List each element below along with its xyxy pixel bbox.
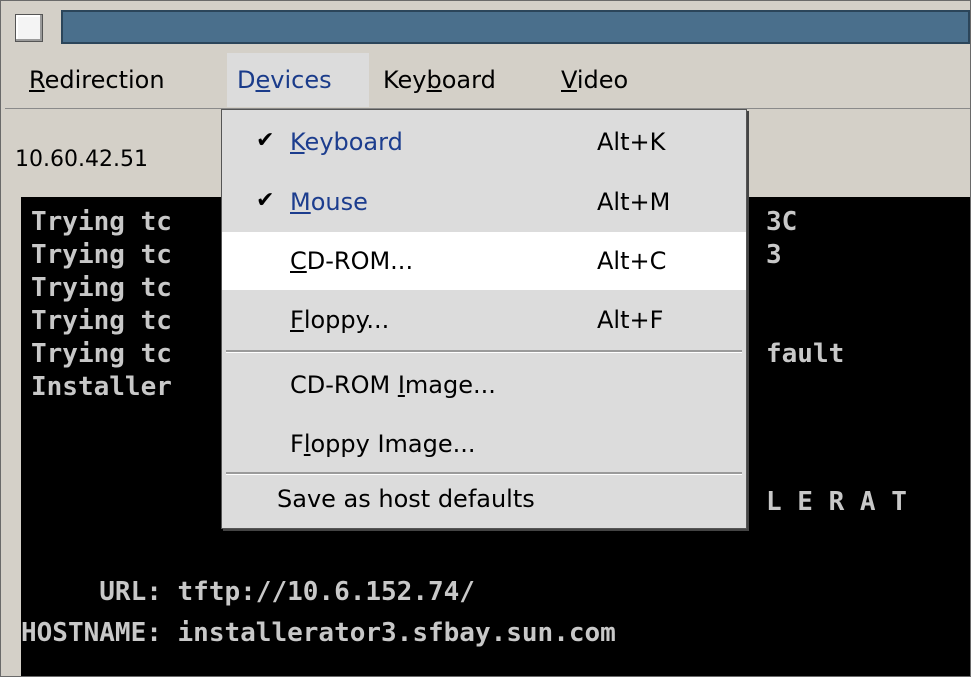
menu-separator — [226, 350, 742, 353]
console-line: Trying tc — [31, 207, 172, 237]
menu-video[interactable]: Video — [551, 53, 638, 107]
accelerator: Alt+K — [597, 128, 666, 156]
menu-item-floppy-image[interactable]: Floppy Image... — [222, 415, 746, 473]
console-line: Trying tc — [31, 306, 172, 336]
mnemonic: b — [426, 66, 442, 94]
window-menu-checkbox[interactable] — [15, 14, 43, 42]
mnemonic: C — [290, 247, 307, 275]
menu-item-label: Keyboard — [290, 128, 403, 156]
console-line-fragment: fault — [766, 339, 845, 369]
label-text: ouse — [310, 188, 368, 216]
console-line-fragment: 3 — [766, 240, 782, 270]
console-line: Installer — [31, 372, 172, 402]
label-text: F — [290, 430, 304, 458]
accelerator: Alt+C — [597, 247, 667, 275]
mnemonic: F — [290, 306, 304, 334]
menu-item-label: Save as host defaults — [277, 485, 535, 513]
accelerator: Alt+M — [597, 188, 671, 216]
check-icon: ✔ — [256, 188, 275, 213]
menu-item-cdrom[interactable]: CD-ROM... Alt+C — [222, 232, 746, 290]
label-text: oppy Image... — [310, 430, 476, 458]
console-hostname-line: HOSTNAME: installerator3.sfbay.sun.com — [21, 618, 616, 648]
menu-item-label: Floppy Image... — [290, 430, 476, 458]
check-icon: ✔ — [256, 128, 275, 153]
label-text: eyboard — [304, 128, 403, 156]
menu-item-cdrom-image[interactable]: CD-ROM Image... — [222, 356, 746, 414]
label-text: loppy... — [303, 306, 390, 334]
menu-label: Key — [383, 66, 427, 94]
menu-item-label: CD-ROM Image... — [290, 371, 496, 399]
label-text: CD-ROM — [290, 371, 398, 399]
menu-item-floppy[interactable]: Floppy... Alt+F — [222, 291, 746, 349]
mnemonic: K — [290, 128, 305, 156]
menu-item-label: Floppy... — [290, 306, 389, 334]
title-bar-fill — [61, 10, 970, 44]
app-window: Redirection Devices Keyboard Video 10.60… — [0, 0, 971, 677]
menu-keyboard[interactable]: Keyboard — [373, 53, 506, 107]
menu-devices[interactable]: Devices — [227, 53, 369, 107]
label-text: D-ROM... — [306, 247, 414, 275]
accelerator: Alt+F — [597, 306, 664, 334]
menu-label: ideo — [576, 66, 629, 94]
menu-label: oard — [441, 66, 496, 94]
mnemonic: M — [290, 188, 311, 216]
title-bar — [5, 4, 970, 48]
menu-item-save-host-defaults[interactable]: Save as host defaults — [222, 475, 746, 525]
console-line: Trying tc — [31, 240, 172, 270]
menu-bar: Redirection Devices Keyboard Video — [5, 53, 970, 107]
menu-label: D — [237, 66, 256, 94]
console-banner-fragment: L E R A T — [766, 487, 907, 517]
menu-item-label: CD-ROM... — [290, 247, 413, 275]
mnemonic: V — [561, 66, 577, 94]
devices-dropdown: ✔ Keyboard Alt+K ✔ Mouse Alt+M CD-ROM...… — [221, 109, 747, 529]
menu-item-label: Mouse — [290, 188, 368, 216]
label-text: mage... — [404, 371, 496, 399]
mnemonic: I — [397, 371, 405, 399]
menu-item-mouse[interactable]: ✔ Mouse Alt+M — [222, 173, 746, 231]
console-line: Trying tc — [31, 273, 172, 303]
mnemonic: e — [255, 66, 271, 94]
console-line: Trying tc — [31, 339, 172, 369]
menu-label: vices — [270, 66, 332, 94]
host-ip: 10.60.42.51 — [15, 147, 148, 172]
mnemonic: R — [29, 66, 45, 94]
menu-label: edirection — [44, 66, 165, 94]
menu-redirection[interactable]: Redirection — [19, 53, 175, 107]
console-line-fragment: 3C — [766, 207, 798, 237]
console-url-line: URL: tftp://10.6.152.74/ — [21, 577, 475, 607]
menu-item-keyboard[interactable]: ✔ Keyboard Alt+K — [222, 113, 746, 171]
